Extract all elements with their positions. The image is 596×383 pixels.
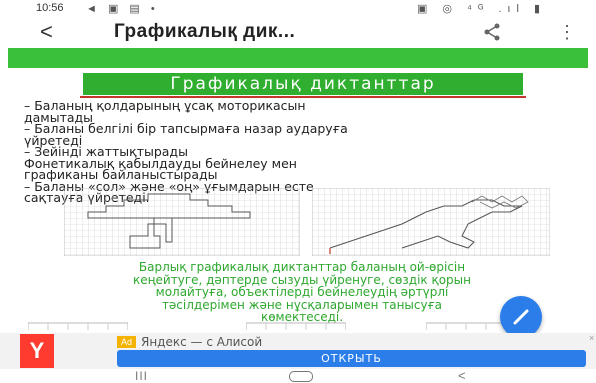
share-icon — [484, 23, 500, 41]
system-back-button[interactable]: < — [458, 368, 466, 383]
status-time: 10:56 — [36, 2, 64, 14]
page-title: Графикалық дик... — [114, 21, 296, 42]
edit-fab-button[interactable] — [500, 296, 542, 338]
ad-open-button[interactable]: ОТКРЫТЬ — [117, 350, 586, 367]
summary-text: Барлық графикалық диктанттар баланың ой-… — [22, 261, 582, 324]
pencil-icon — [513, 309, 529, 325]
grid-drawing-dinosaur — [312, 188, 550, 256]
list-item: – Баланы белгілі бір тапсырмаға назар ау… — [24, 121, 348, 136]
ad-title: Яндекс — с Алисой — [141, 335, 263, 349]
recent-apps-button[interactable]: III — [135, 369, 148, 383]
grid-thumbnail — [28, 322, 128, 330]
dictation-grid-right — [312, 188, 550, 256]
system-nav-bar: III < — [0, 368, 596, 383]
ad-tag: Ad — [117, 336, 137, 348]
yandex-logo-icon: Y — [20, 334, 54, 368]
grid-thumbnail — [246, 322, 346, 330]
notification-icons: ◄ ▣ ▤ • — [86, 3, 159, 15]
dictation-grid-left — [64, 188, 300, 256]
article-banner: Графикалық диктанттар — [83, 73, 523, 95]
summary-line: молайтуға, объектілерді бейнелеудің әртү… — [155, 285, 449, 299]
ad-banner[interactable]: Y Ad Яндекс — с Алисой ОТКРЫТЬ × — [0, 333, 596, 369]
article-content: Графикалық диктанттар – Баланың қолдарын… — [0, 68, 596, 330]
summary-line: Барлық графикалық диктанттар баланың ой-… — [138, 260, 466, 274]
app-bar: < Графикалық дик... ⋮ — [0, 18, 596, 46]
home-button[interactable] — [289, 371, 313, 382]
more-menu-button[interactable]: ⋮ — [558, 20, 576, 44]
status-bar: 10:56 ◄ ▣ ▤ • ▣ ◎ ⁴ᴳ .ıl ▮ — [0, 0, 596, 18]
system-status-icons: ▣ ◎ ⁴ᴳ .ıl ▮ — [416, 3, 546, 15]
list-item: – Баланың қолдарының ұсақ моторикасын — [24, 98, 306, 113]
grid-drawing-mushroom — [64, 188, 300, 256]
back-button[interactable]: < — [40, 18, 53, 46]
ad-close-icon[interactable]: × — [589, 333, 594, 343]
share-button[interactable] — [482, 22, 502, 42]
header-divider-bar — [8, 48, 588, 68]
